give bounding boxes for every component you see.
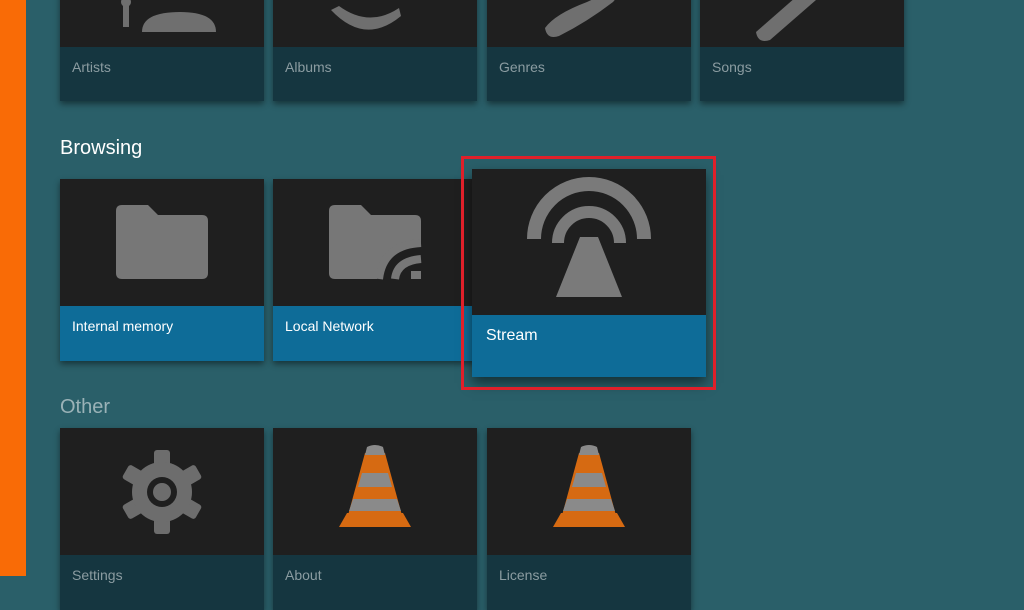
- artist-icon: [121, 0, 216, 32]
- license-card[interactable]: License: [487, 428, 691, 610]
- genres-card[interactable]: Genres: [487, 0, 691, 101]
- browsing-section-title: Browsing: [60, 137, 143, 159]
- other-section-title: Other: [60, 396, 111, 418]
- vlc-cone-icon: [339, 444, 411, 527]
- internal-memory-label: Internal memory: [72, 318, 174, 334]
- about-label: About: [285, 567, 322, 583]
- folder-icon: [116, 204, 208, 279]
- settings-card[interactable]: Settings: [60, 428, 264, 610]
- vlc-cone-icon: [553, 444, 625, 527]
- license-label: License: [499, 567, 548, 583]
- genres-label: Genres: [499, 59, 545, 75]
- songs-label: Songs: [712, 59, 752, 75]
- stream-card[interactable]: Stream: [472, 169, 706, 377]
- album-icon: [331, 6, 401, 30]
- song-icon: [756, 0, 816, 41]
- local-network-card[interactable]: Local Network: [273, 179, 477, 361]
- left-accent-stripe: [0, 0, 26, 576]
- about-card[interactable]: About: [273, 428, 477, 610]
- local-network-label: Local Network: [285, 318, 374, 334]
- internal-memory-card[interactable]: Internal memory: [60, 179, 264, 361]
- artists-card[interactable]: Artists: [60, 0, 264, 101]
- songs-card[interactable]: Songs: [700, 0, 904, 101]
- settings-label: Settings: [72, 567, 123, 583]
- albums-card[interactable]: Albums: [273, 0, 477, 101]
- network-folder-icon: [329, 204, 422, 280]
- albums-label: Albums: [285, 59, 332, 75]
- stream-icon: [527, 177, 651, 297]
- artists-label: Artists: [72, 59, 111, 75]
- gear-icon: [122, 449, 202, 534]
- genre-icon: [545, 0, 615, 37]
- stream-label: Stream: [486, 327, 538, 344]
